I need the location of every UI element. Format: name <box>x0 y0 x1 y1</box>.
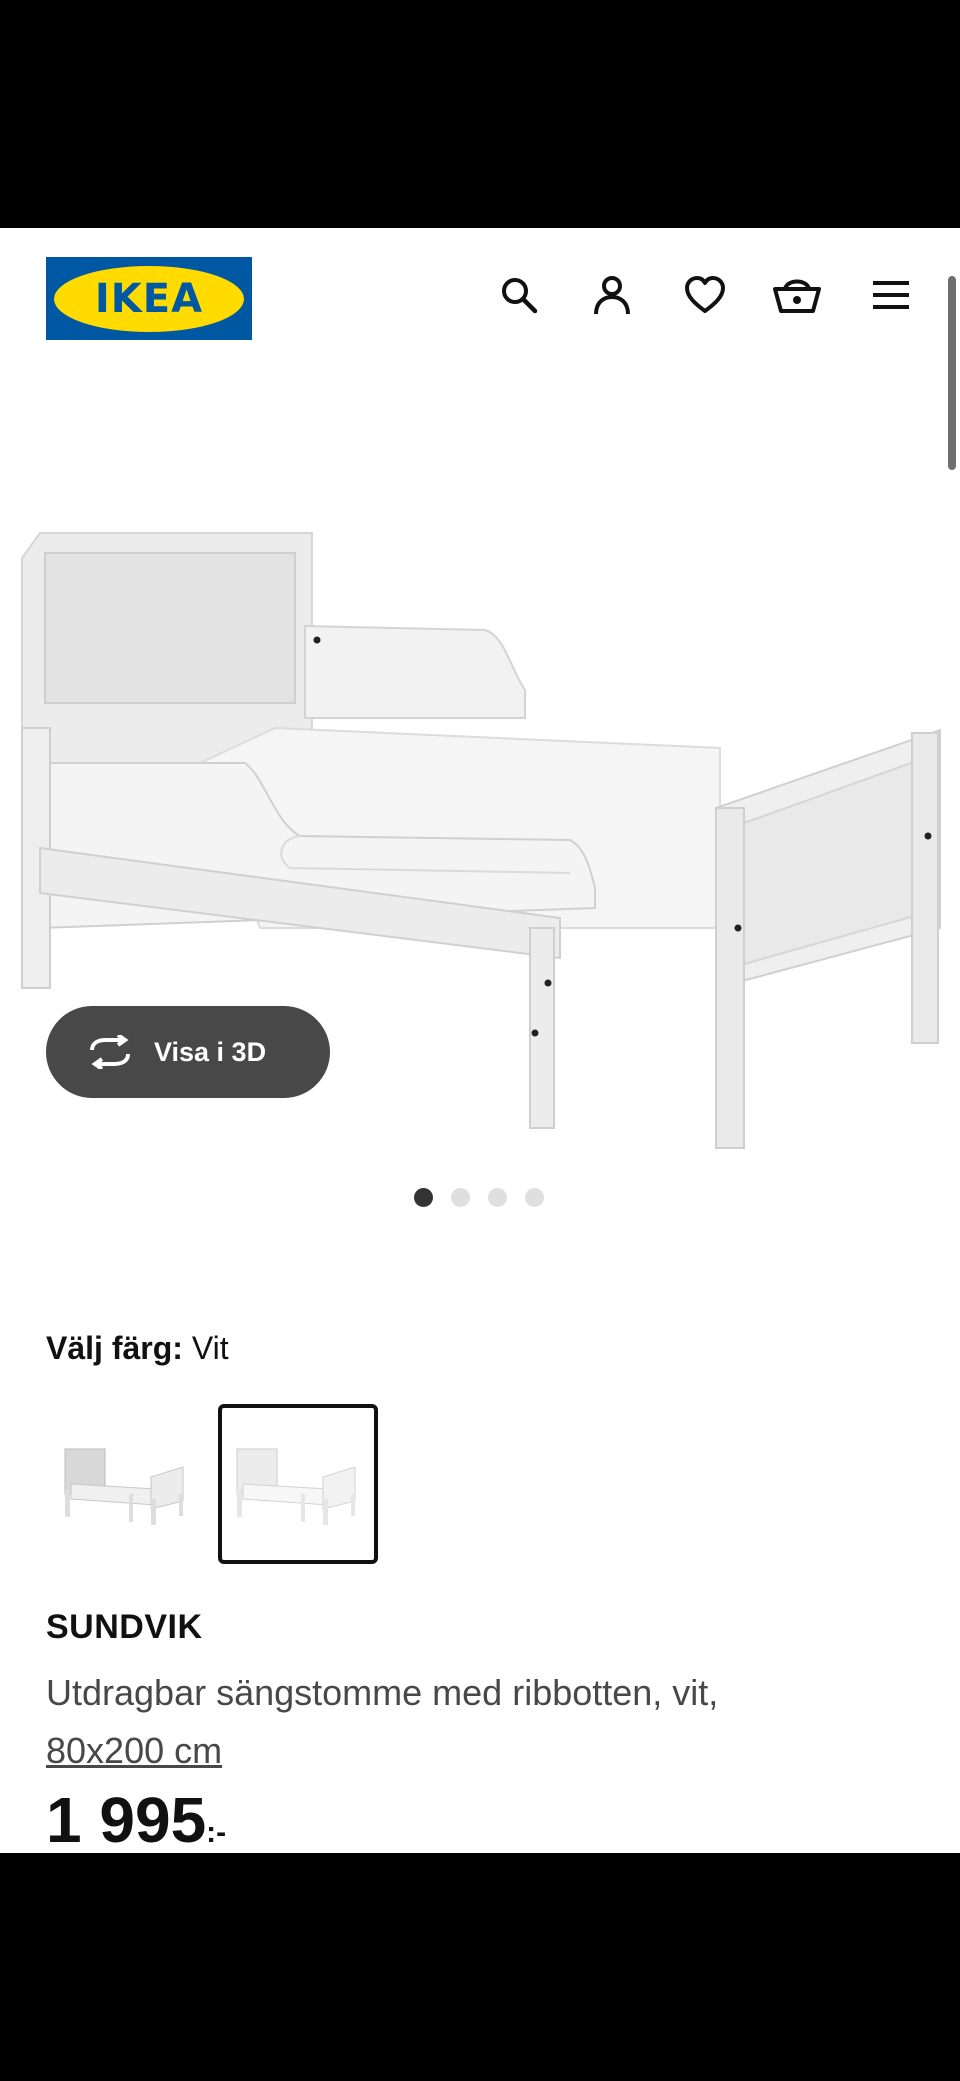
search-icon[interactable] <box>494 270 544 320</box>
carousel-dot-1[interactable] <box>414 1188 433 1207</box>
user-icon[interactable] <box>587 270 637 320</box>
carousel-dot-4[interactable] <box>525 1188 544 1207</box>
color-swatch-white[interactable] <box>218 1404 378 1564</box>
view-in-3d-button[interactable]: Visa i 3D <box>46 1006 330 1098</box>
view-in-3d-label: Visa i 3D <box>154 1036 267 1067</box>
price-suffix: :- <box>206 1816 227 1849</box>
product-page: IKEA Visa i 3D Välj färg: Vit SUNDVIK Ut… <box>0 228 960 1853</box>
color-label-value: Vit <box>191 1330 229 1366</box>
product-name: SUNDVIK <box>46 1608 203 1646</box>
carousel-dot-2[interactable] <box>451 1188 470 1207</box>
basket-icon[interactable] <box>772 270 822 320</box>
ikea-logo[interactable]: IKEA <box>46 257 252 340</box>
price-integer: 1 995 <box>46 1784 207 1853</box>
product-price: 1 995:- <box>46 1783 226 1853</box>
rotate-3d-icon <box>86 1032 136 1072</box>
menu-icon[interactable] <box>866 270 916 320</box>
color-swatch-grey[interactable] <box>46 1404 206 1564</box>
color-selector-label: Välj färg: Vit <box>46 1330 229 1367</box>
site-header: IKEA <box>0 228 960 358</box>
heart-icon[interactable] <box>680 270 730 320</box>
product-size-link[interactable]: 80x200 cm <box>46 1730 222 1771</box>
color-label-title: Välj färg: <box>46 1330 183 1366</box>
product-description: Utdragbar sängstomme med ribbotten, vit,… <box>46 1664 926 1780</box>
logo-text: IKEA <box>94 275 204 322</box>
carousel-dots <box>414 1188 544 1207</box>
product-image[interactable] <box>0 368 960 1228</box>
carousel-dot-3[interactable] <box>488 1188 507 1207</box>
product-description-text: Utdragbar sängstomme med ribbotten, vit, <box>46 1672 719 1713</box>
